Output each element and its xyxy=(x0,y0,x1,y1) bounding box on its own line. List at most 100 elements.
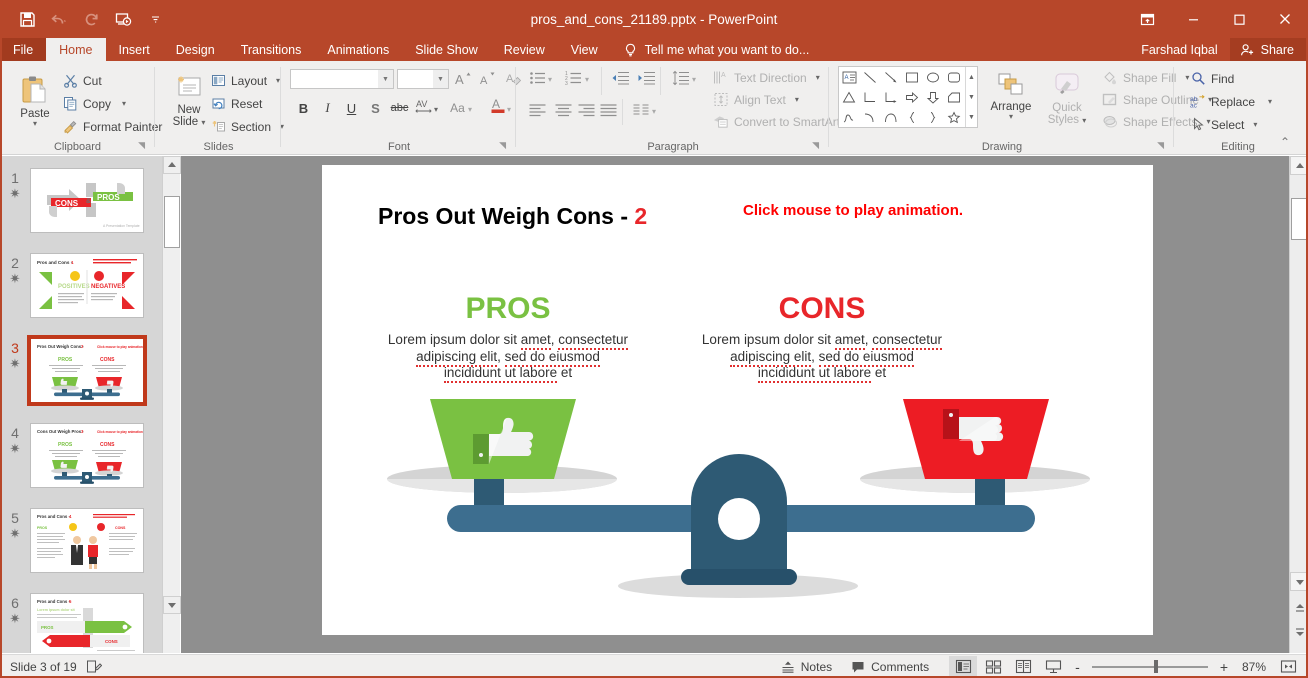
zoom-out-button[interactable]: - xyxy=(1069,659,1086,675)
slide-thumbnail-pane[interactable]: 1 ✷ CONS PROS & A Presentation Template xyxy=(0,156,180,653)
thumbnail-item-4[interactable]: 4 ✷ Cons Out Weigh Pros - 3 Click mouse … xyxy=(0,423,162,488)
shape-triangle-icon[interactable] xyxy=(839,87,860,107)
tell-me-box[interactable]: Tell me what you want to do... xyxy=(611,38,822,61)
tab-slide-show[interactable]: Slide Show xyxy=(402,38,491,61)
replace-caret-icon[interactable]: ▾ xyxy=(1268,98,1272,106)
thumbnail-image[interactable]: Cons Out Weigh Pros - 3 Click mouse to p… xyxy=(30,423,144,488)
arrange-caret-icon[interactable]: ▾ xyxy=(1009,113,1013,121)
normal-view-button[interactable] xyxy=(949,655,978,678)
shape-text-box-icon[interactable]: A xyxy=(839,67,860,87)
balance-scale-graphic[interactable] xyxy=(357,397,1117,622)
increase-font-size-button[interactable]: A xyxy=(452,67,475,89)
notes-button[interactable]: Notes xyxy=(772,656,840,678)
line-spacing-caret-icon[interactable]: ▾ xyxy=(692,76,696,84)
shapes-scroll-down-icon[interactable]: ▼ xyxy=(966,87,977,107)
pros-column[interactable]: PROS Lorem ipsum dolor sit amet, consect… xyxy=(360,292,656,383)
text-direction-caret-icon[interactable]: ▾ xyxy=(816,74,820,82)
shape-right-arrow-icon[interactable] xyxy=(902,87,923,107)
numbering-button[interactable]: 123 xyxy=(562,67,585,89)
thumb-scroll-down-icon[interactable] xyxy=(163,596,181,614)
align-text-caret-icon[interactable]: ▾ xyxy=(795,96,799,104)
thumbnail-image[interactable]: Pros and Cons - 5 Lorem ipsum dolor sit … xyxy=(30,593,144,653)
character-spacing-caret-icon[interactable]: ▾ xyxy=(434,106,438,114)
slide-editing-area[interactable]: Pros Out Weigh Cons - 2 Click mouse to p… xyxy=(181,156,1289,653)
undo-icon[interactable] xyxy=(44,4,74,34)
tab-review[interactable]: Review xyxy=(491,38,558,61)
redo-icon[interactable] xyxy=(76,4,106,34)
customize-qat-icon[interactable] xyxy=(140,4,170,34)
tab-file[interactable]: File xyxy=(0,38,47,61)
thumbnail-image-selected[interactable]: Pros Out Weigh Cons - 2 Click mouse to p… xyxy=(27,335,147,406)
bullets-button[interactable] xyxy=(526,67,549,89)
reset-button[interactable]: Reset xyxy=(206,92,266,115)
shape-elbow-connector-icon[interactable] xyxy=(860,87,881,107)
thumbnail-item-5[interactable]: 5 ✷ Pros and Cons - 4 PROS CONS xyxy=(0,508,162,573)
zoom-percent[interactable]: 87% xyxy=(1236,660,1272,674)
animation-note[interactable]: Click mouse to play animation. xyxy=(743,202,963,219)
cut-button[interactable]: Cut xyxy=(58,69,106,92)
font-dialog-launcher[interactable]: ◥ xyxy=(499,140,506,151)
change-case-caret-icon[interactable]: ▾ xyxy=(468,106,472,114)
minimize-icon[interactable] xyxy=(1170,0,1216,38)
slide-title[interactable]: Pros Out Weigh Cons - 2 xyxy=(378,203,647,230)
arrange-button[interactable]: Arrange ▾ xyxy=(986,67,1036,121)
ribbon-display-options-icon[interactable] xyxy=(1124,0,1170,38)
thumbnail-image[interactable]: Pros and Cons - 4 PROS CONS xyxy=(30,508,144,573)
font-color-caret-icon[interactable]: ▾ xyxy=(507,106,511,114)
section-button[interactable]: Section ▾ xyxy=(206,115,288,138)
shapes-gallery[interactable]: A ▲ ▼ ▼ xyxy=(838,66,978,128)
copy-button[interactable]: Copy ▾ xyxy=(58,92,130,115)
shape-rounded-rectangle-icon[interactable] xyxy=(944,67,965,87)
align-right-button[interactable] xyxy=(575,99,598,121)
font-size-input[interactable]: ▼ xyxy=(397,69,449,89)
font-name-dropdown-icon[interactable]: ▼ xyxy=(378,70,393,88)
thumbnail-item-3[interactable]: 3 ✷ Pros Out Weigh Cons - 2 Click mouse … xyxy=(0,335,162,406)
tab-home[interactable]: Home xyxy=(46,38,106,61)
clipboard-dialog-launcher[interactable]: ◥ xyxy=(138,140,145,151)
paragraph-dialog-launcher[interactable]: ◥ xyxy=(812,140,819,151)
reading-view-button[interactable] xyxy=(1009,656,1037,678)
start-from-beginning-icon[interactable] xyxy=(108,4,138,34)
strikethrough-button[interactable]: abc xyxy=(388,97,411,119)
thumbnail-item-1[interactable]: 1 ✷ CONS PROS & A Presentation Template xyxy=(0,168,162,233)
bold-button[interactable]: B xyxy=(292,97,315,119)
comments-button[interactable]: Comments xyxy=(842,656,937,678)
animation-star-icon[interactable]: ✷ xyxy=(0,186,30,201)
quick-styles-button[interactable]: Quick Styles ▾ xyxy=(1041,67,1093,126)
thumbnail-image[interactable]: Pros and Cons - 1 POSITIVES NEGATIVES xyxy=(30,253,144,318)
current-slide[interactable]: Pros Out Weigh Cons - 2 Click mouse to p… xyxy=(322,165,1153,635)
shapes-more-icon[interactable]: ▼ xyxy=(966,107,977,127)
zoom-in-button[interactable]: + xyxy=(1214,659,1234,675)
justify-button[interactable] xyxy=(597,99,620,121)
columns-caret-icon[interactable]: ▾ xyxy=(652,108,656,116)
fit-slide-to-window-button[interactable] xyxy=(1274,656,1302,678)
thumbnail-item-2[interactable]: 2 ✷ Pros and Cons - 1 POSITIVES NEGATIVE… xyxy=(0,253,162,318)
tab-animations[interactable]: Animations xyxy=(314,38,402,61)
shape-folded-corner-icon[interactable] xyxy=(944,87,965,107)
zoom-slider[interactable] xyxy=(1088,656,1212,678)
thumbnail-image[interactable]: CONS PROS & A Presentation Template xyxy=(30,168,144,233)
bullets-caret-icon[interactable]: ▾ xyxy=(548,76,552,84)
thumbnail-pane-scrollbar[interactable] xyxy=(162,156,181,653)
shape-arc-icon[interactable] xyxy=(881,107,902,127)
slide-show-button[interactable] xyxy=(1039,656,1067,678)
change-case-button[interactable]: Aa xyxy=(446,97,469,119)
align-center-button[interactable] xyxy=(552,99,575,121)
thumb-scroll-up-icon[interactable] xyxy=(163,156,181,174)
increase-indent-button[interactable] xyxy=(635,67,658,89)
font-size-dropdown-icon[interactable]: ▼ xyxy=(433,70,448,88)
slide-counter[interactable]: Slide 3 of 19 xyxy=(10,660,77,674)
shape-left-brace-icon[interactable] xyxy=(902,107,923,127)
tab-view[interactable]: View xyxy=(558,38,611,61)
text-direction-button[interactable]: A Text Direction ▾ xyxy=(709,66,824,89)
select-caret-icon[interactable]: ▾ xyxy=(1253,121,1257,129)
shape-star-icon[interactable] xyxy=(944,107,965,127)
select-button[interactable]: Select ▾ xyxy=(1186,113,1261,136)
decrease-font-size-button[interactable]: A xyxy=(476,67,499,89)
shape-line-icon[interactable] xyxy=(860,67,881,87)
thumbnail-item-6[interactable]: 6 ✷ Pros and Cons - 5 Lorem ipsum dolor … xyxy=(0,593,162,653)
text-shadow-button[interactable]: S xyxy=(364,97,387,119)
slide-sorter-view-button[interactable] xyxy=(979,656,1007,678)
align-text-button[interactable]: Align Text ▾ xyxy=(709,88,803,111)
columns-button[interactable] xyxy=(630,99,653,121)
